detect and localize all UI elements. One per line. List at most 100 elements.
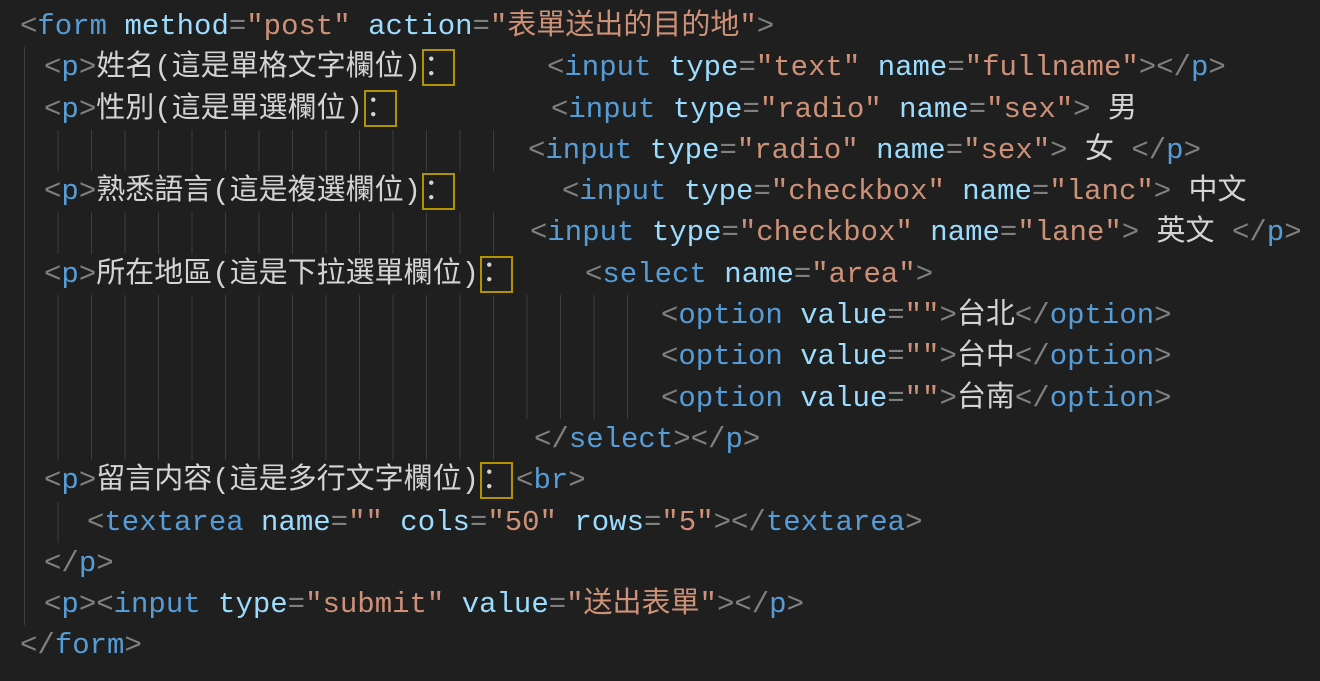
- syntax-attribute: type: [684, 175, 754, 208]
- indent-guides: [24, 419, 494, 460]
- syntax-string: "lane": [1017, 216, 1121, 249]
- indent-guides: [24, 543, 25, 584]
- code-editor-area[interactable]: <form method="post" action="表單送出的目的地"><p…: [0, 0, 1320, 681]
- code-line-1: <form method="post" action="表單送出的目的地">: [0, 6, 1320, 47]
- syntax-punctuation: <: [528, 134, 545, 167]
- syntax-attribute: name: [930, 216, 1000, 249]
- syntax-string: "post": [246, 10, 350, 43]
- syntax-string: "": [348, 506, 383, 539]
- syntax-text: [383, 506, 400, 539]
- syntax-punctuation: </: [1232, 216, 1267, 249]
- code-line-15: <p><input type="submit" value="送出表單"></p…: [0, 584, 1320, 625]
- indent-guides: [24, 378, 628, 419]
- syntax-punctuation: >: [568, 464, 585, 497]
- syntax-text: [557, 506, 574, 539]
- syntax-attribute: name: [724, 258, 794, 291]
- indent-guides: [24, 460, 25, 501]
- syntax-text: [634, 216, 651, 249]
- syntax-text: 英文: [1139, 216, 1232, 249]
- code-segment: <br>: [516, 460, 586, 501]
- unicode-highlight-box: ：: [480, 462, 513, 499]
- syntax-text: [707, 258, 724, 291]
- code-line-16: </form>: [0, 625, 1320, 666]
- code-segment: <form method="post" action="表單送出的目的地">: [20, 6, 774, 47]
- syntax-attribute: value: [800, 340, 887, 373]
- syntax-string: "submit": [305, 588, 444, 621]
- syntax-tag: p: [79, 547, 96, 580]
- syntax-punctuation: <: [562, 175, 579, 208]
- syntax-attribute: type: [673, 93, 743, 126]
- syntax-text: [859, 134, 876, 167]
- indent-guides: [24, 89, 25, 130]
- syntax-string: "sex": [986, 93, 1073, 126]
- syntax-punctuation: </: [734, 588, 769, 621]
- syntax-string: "": [905, 299, 940, 332]
- syntax-punctuation: =: [473, 10, 490, 43]
- syntax-string: "lanc": [1049, 175, 1153, 208]
- syntax-attribute: name: [962, 175, 1032, 208]
- syntax-punctuation: <: [44, 464, 61, 497]
- unicode-highlight-box: ：: [422, 173, 455, 210]
- syntax-text: [913, 216, 930, 249]
- code-segment: <input type="radio" name="sex"> 女 </p>: [528, 130, 1201, 171]
- syntax-punctuation: =: [794, 258, 811, 291]
- syntax-string: "sex": [963, 134, 1050, 167]
- code-line-13: <textarea name="" cols="50" rows="5"></t…: [0, 502, 1320, 543]
- syntax-punctuation: <: [20, 10, 37, 43]
- syntax-tag: option: [1050, 340, 1154, 373]
- syntax-tag: p: [61, 258, 78, 291]
- syntax-text: [783, 299, 800, 332]
- syntax-punctuation: =: [738, 51, 755, 84]
- syntax-punctuation: >: [79, 588, 96, 621]
- unicode-highlight-box: ：: [480, 256, 513, 293]
- syntax-string: "radio": [760, 93, 882, 126]
- syntax-punctuation: >: [79, 175, 96, 208]
- syntax-tag: textarea: [104, 506, 243, 539]
- syntax-punctuation: <: [547, 51, 564, 84]
- code-segment: <textarea name="" cols="50" rows="5"></t…: [87, 502, 922, 543]
- syntax-tag: option: [678, 299, 782, 332]
- syntax-punctuation: =: [721, 216, 738, 249]
- syntax-tag: input: [579, 175, 666, 208]
- syntax-punctuation: >: [96, 547, 113, 580]
- syntax-punctuation: >: [1154, 382, 1171, 415]
- syntax-text: [655, 93, 672, 126]
- syntax-text: 留言内容(這是多行文字欄位): [96, 464, 479, 497]
- syntax-punctuation: >: [1073, 93, 1090, 126]
- syntax-text: 姓名(這是單格文字欄位): [96, 51, 421, 84]
- syntax-attribute: name: [878, 51, 948, 84]
- syntax-punctuation: =: [1032, 175, 1049, 208]
- indent-guides: [24, 130, 494, 171]
- code-segment: </form>: [20, 625, 142, 666]
- syntax-attribute: type: [652, 216, 722, 249]
- syntax-text: 所在地區(這是下拉選單欄位): [96, 258, 479, 291]
- indent-guides: [24, 254, 25, 295]
- syntax-text: [945, 175, 962, 208]
- indent-guides: [24, 295, 628, 336]
- code-line-12: <p>留言内容(這是多行文字欄位)：<br>: [0, 460, 1320, 501]
- code-segment: <select name="area">: [585, 254, 933, 295]
- syntax-tag: p: [61, 175, 78, 208]
- syntax-punctuation: =: [644, 506, 661, 539]
- syntax-tag: textarea: [766, 506, 905, 539]
- syntax-string: "表單送出的目的地": [490, 10, 757, 43]
- syntax-punctuation: =: [887, 299, 904, 332]
- syntax-punctuation: =: [969, 93, 986, 126]
- code-line-7: <p>所在地區(這是下拉選單欄位)：<select name="area">: [0, 254, 1320, 295]
- syntax-attribute: method: [124, 10, 228, 43]
- syntax-punctuation: <: [44, 258, 61, 291]
- syntax-punctuation: >: [905, 506, 922, 539]
- syntax-tag: p: [61, 588, 78, 621]
- syntax-punctuation: =: [719, 134, 736, 167]
- syntax-punctuation: </: [20, 629, 55, 662]
- code-line-6: <input type="checkbox" name="lane"> 英文 <…: [0, 212, 1320, 253]
- code-segment: <p>姓名(這是單格文字欄位)：: [44, 47, 458, 88]
- syntax-string: "": [905, 382, 940, 415]
- syntax-punctuation: =: [288, 588, 305, 621]
- syntax-punctuation: <: [551, 93, 568, 126]
- syntax-punctuation: <: [87, 506, 104, 539]
- syntax-punctuation: >: [79, 51, 96, 84]
- indent-guides: [24, 502, 59, 543]
- code-segment: <input type="text" name="fullname"></p>: [547, 47, 1226, 88]
- syntax-tag: input: [114, 588, 201, 621]
